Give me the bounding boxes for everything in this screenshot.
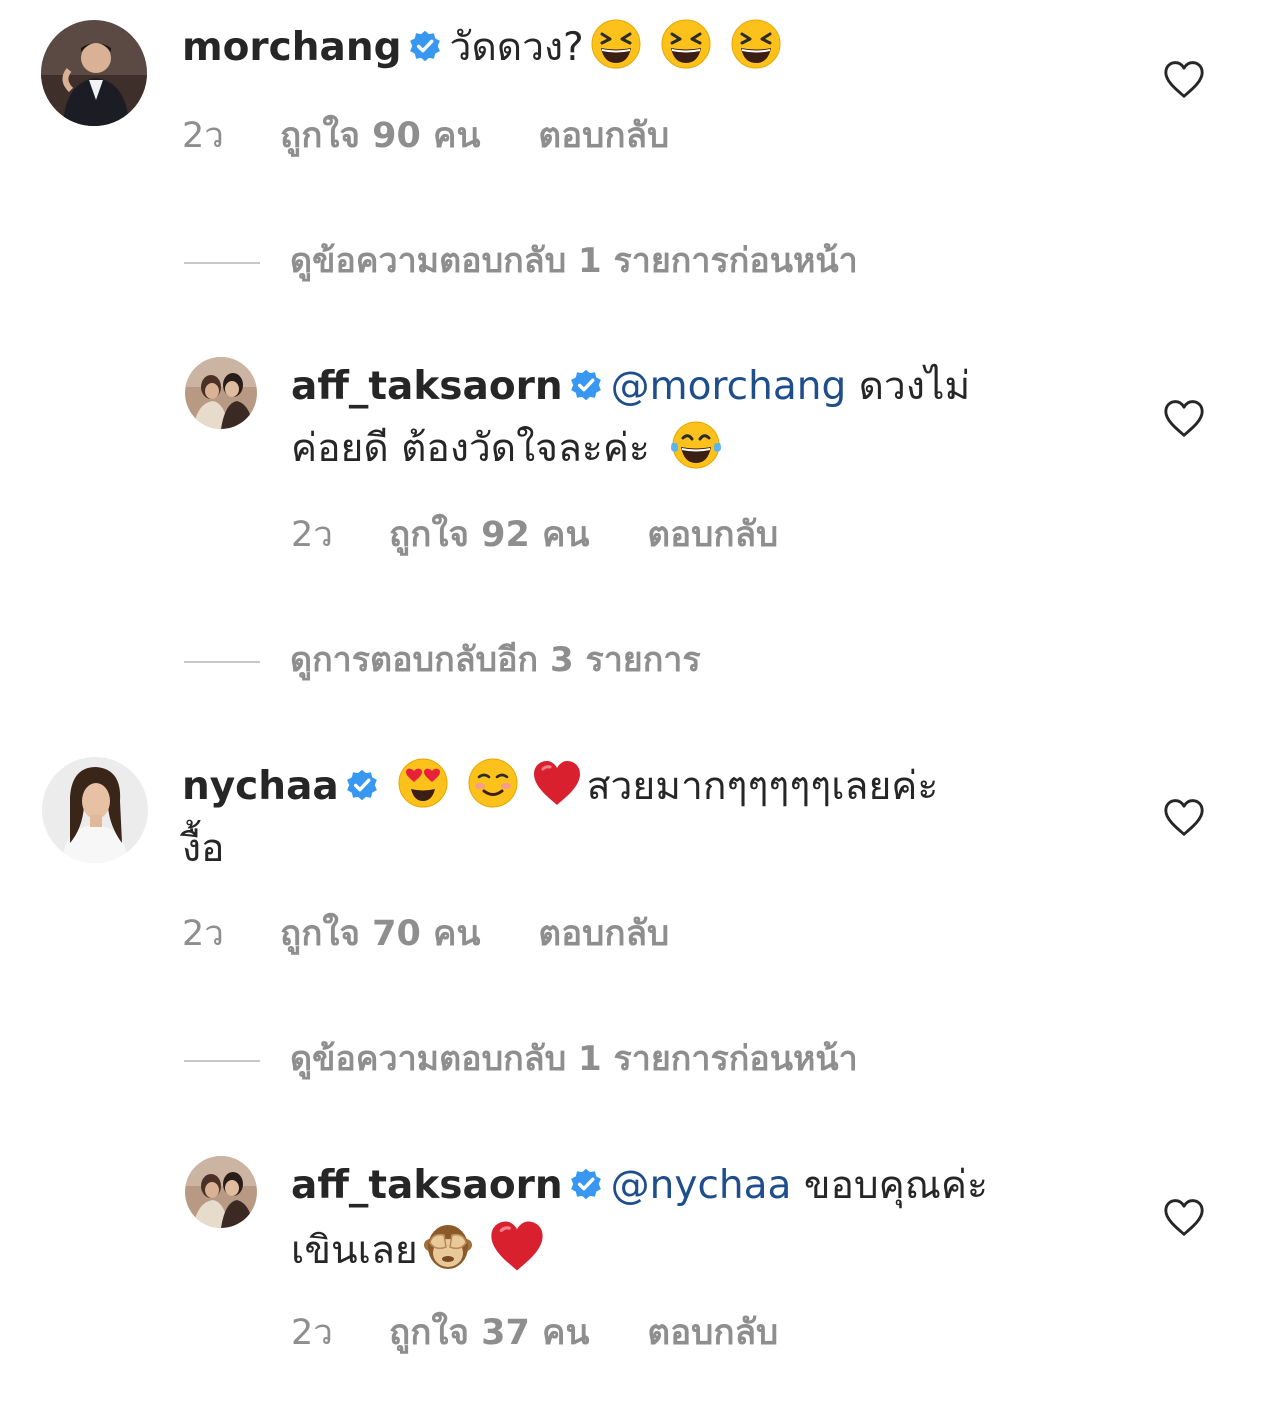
heart-outline-icon[interactable] <box>1162 398 1206 438</box>
comment-body-line2: เขินเลย <box>291 1228 418 1273</box>
reply-button[interactable]: ตอบกลับ <box>647 507 778 562</box>
verified-badge-icon <box>569 1167 603 1201</box>
comment-meta: 2ว ถูกใจ 92 คน ตอบกลับ <box>291 507 778 562</box>
view-previous-replies-label: ดูข้อความตอบกลับ 1 รายการก่อนหน้า <box>290 1039 858 1079</box>
view-more-replies-label: ดูการตอบกลับอีก 3 รายการ <box>290 640 701 680</box>
heart-outline-icon[interactable] <box>1162 797 1206 837</box>
username-link[interactable]: nychaa <box>182 764 339 809</box>
avatar-aff-taksaorn[interactable] <box>185 357 257 429</box>
view-more-replies-button[interactable]: ดูการตอบกลับอีก 3 รายการ <box>184 632 701 686</box>
see-no-evil-monkey-icon <box>422 1221 474 1273</box>
timestamp: 2ว <box>182 116 224 156</box>
comment-body-line2: งื้อ <box>182 826 225 871</box>
likes-count-link[interactable]: ถูกใจ 70 คน <box>280 906 480 961</box>
reply-button[interactable]: ตอบกลับ <box>647 1305 778 1360</box>
comment-body-line2: ค่อยดี ต้องวัดใจละค่ะ <box>291 426 650 471</box>
avatar-morchang[interactable] <box>41 20 147 126</box>
view-previous-replies-label: ดูข้อความตอบกลับ 1 รายการก่อนหน้า <box>290 241 858 281</box>
comment-body-line1: สวยมากๆๆๆๆๆเลยค่ะ <box>586 764 939 809</box>
thread-line <box>184 261 260 264</box>
likes-count-link[interactable]: ถูกใจ 92 คน <box>389 507 589 562</box>
mention-link[interactable]: @nychaa <box>611 1163 792 1208</box>
comment-text: aff_taksaorn @nychaa ขอบคุณค่ะเขินเลย <box>291 1155 1091 1282</box>
likes-count-link[interactable]: ถูกใจ 37 คน <box>389 1305 589 1360</box>
comment-text: morchang วัดดวง? <box>182 17 1052 79</box>
comment-body-line1: ขอบคุณค่ะ <box>803 1163 988 1208</box>
grinning-squinting-face-icon <box>730 18 782 70</box>
red-heart-icon <box>488 1217 546 1275</box>
avatar-nychaa[interactable] <box>42 757 148 863</box>
view-previous-replies-button[interactable]: ดูข้อความตอบกลับ 1 รายการก่อนหน้า <box>184 233 858 287</box>
comment-text: nychaa สวยมากๆๆๆๆๆเลยค่ะงื้อ <box>182 756 1052 880</box>
comment-body: วัดดวง? <box>449 25 584 70</box>
timestamp: 2ว <box>291 1313 333 1353</box>
verified-badge-icon <box>569 368 603 402</box>
smiling-face-icon <box>467 757 519 809</box>
username-link[interactable]: morchang <box>182 25 402 70</box>
heart-outline-icon[interactable] <box>1162 59 1206 99</box>
comment-body-line1: ดวงไม่ <box>858 364 971 409</box>
timestamp: 2ว <box>291 515 333 555</box>
grinning-squinting-face-icon <box>590 18 642 70</box>
grinning-squinting-face-icon <box>660 18 712 70</box>
comment-meta: 2ว ถูกใจ 70 คน ตอบกลับ <box>182 906 669 961</box>
view-previous-replies-button[interactable]: ดูข้อความตอบกลับ 1 รายการก่อนหน้า <box>184 1031 858 1085</box>
username-link[interactable]: aff_taksaorn <box>291 364 563 409</box>
reply-button[interactable]: ตอบกลับ <box>538 108 669 163</box>
verified-badge-icon <box>345 768 379 802</box>
thread-line <box>184 660 260 663</box>
heart-outline-icon[interactable] <box>1162 1197 1206 1237</box>
timestamp: 2ว <box>182 914 224 954</box>
thread-line <box>184 1059 260 1062</box>
username-link[interactable]: aff_taksaorn <box>291 1163 563 1208</box>
mention-link[interactable]: @morchang <box>611 364 847 409</box>
likes-count-link[interactable]: ถูกใจ 90 คน <box>280 108 480 163</box>
reply-button[interactable]: ตอบกลับ <box>538 906 669 961</box>
smiling-face-heart-eyes-icon <box>397 757 449 809</box>
comment-meta: 2ว ถูกใจ 37 คน ตอบกลับ <box>291 1305 778 1360</box>
red-heart-icon <box>531 757 583 809</box>
avatar-aff-taksaorn[interactable] <box>185 1156 257 1228</box>
comment-text: aff_taksaorn @morchang ดวงไม่ค่อยดี ต้องว… <box>291 356 1091 480</box>
comment-meta: 2ว ถูกใจ 90 คน ตอบกลับ <box>182 108 669 163</box>
verified-badge-icon <box>408 29 442 63</box>
face-with-tears-of-joy-icon <box>666 419 726 471</box>
